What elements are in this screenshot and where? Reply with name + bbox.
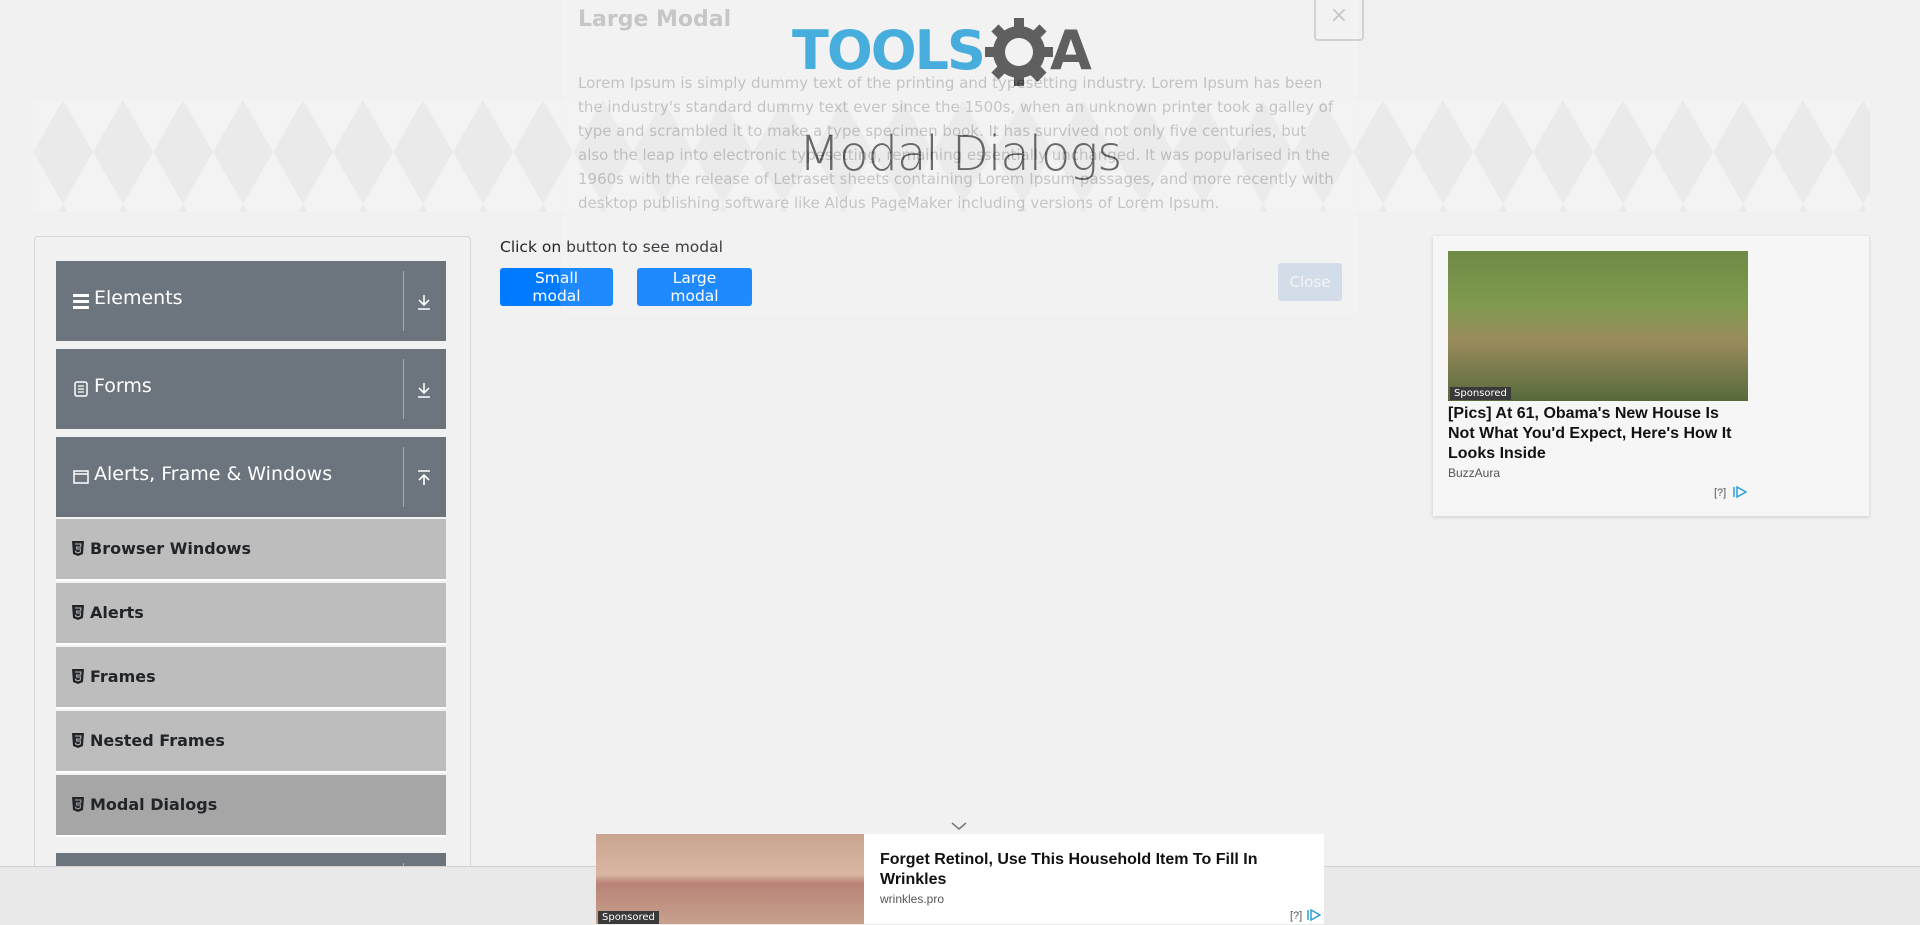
sidebar-group-alerts-frame-windows[interactable]: Alerts, Frame & Windows xyxy=(56,437,446,517)
sidebar-group-label: Elements xyxy=(94,287,183,309)
sidebar-item-alerts[interactable]: Alerts xyxy=(56,583,446,645)
sponsored-ad-bottom[interactable]: Sponsored Forget Retinol, Use This House… xyxy=(596,834,1324,924)
sidebar-item-label: Nested Frames xyxy=(90,731,225,750)
sidebar-group-elements[interactable]: Elements xyxy=(56,261,446,341)
sidebar-group-label: Alerts, Frame & Windows xyxy=(94,463,333,485)
sidebar-item-frames[interactable]: Frames xyxy=(56,647,446,709)
sponsored-badge: Sponsored xyxy=(1450,387,1511,400)
form-icon xyxy=(74,381,88,397)
download-arrow-icon[interactable] xyxy=(417,294,431,310)
divider xyxy=(403,271,404,331)
download-arrow-icon[interactable] xyxy=(417,382,431,398)
upload-arrow-icon[interactable] xyxy=(417,470,431,486)
modal-title: Large Modal xyxy=(578,7,732,32)
sidebar-item-label: Frames xyxy=(90,667,156,686)
divider xyxy=(403,359,404,419)
html5-icon xyxy=(72,669,84,684)
adchoices-icon[interactable] xyxy=(1307,909,1321,921)
sidebar-item-browser-windows[interactable]: Browser Windows xyxy=(56,519,446,581)
sidebar-item-label: Browser Windows xyxy=(90,539,251,558)
sidebar-item-modal-dialogs[interactable]: Modal Dialogs xyxy=(56,775,446,837)
ad-image[interactable]: Sponsored xyxy=(1448,251,1748,401)
modal-close-icon[interactable]: × xyxy=(1314,0,1364,41)
large-modal-dialog: Large Modal × Lorem Ipsum is simply dumm… xyxy=(560,0,1364,318)
sponsored-ad-right[interactable]: Sponsored [Pics] At 61, Obama's New Hous… xyxy=(1433,236,1869,516)
modal-body: Lorem Ipsum is simply dummy text of the … xyxy=(578,74,1334,212)
ad-source[interactable]: BuzzAura xyxy=(1448,466,1500,480)
page: TOOLS A Modal Dialogs Elements Forms Ale… xyxy=(0,0,1920,925)
ad-headline[interactable]: [Pics] At 61, Obama's New House Is Not W… xyxy=(1448,404,1748,464)
modal-close-button[interactable]: Close xyxy=(1278,263,1342,301)
hamburger-icon xyxy=(73,294,89,309)
html5-icon xyxy=(72,541,84,556)
ad-info-link[interactable]: [?] xyxy=(1714,487,1726,499)
ad-headline[interactable]: Forget Retinol, Use This Household Item … xyxy=(880,850,1300,890)
sidebar-group-forms[interactable]: Forms xyxy=(56,349,446,429)
sidebar-item-nested-frames[interactable]: Nested Frames xyxy=(56,711,446,773)
ad-source[interactable]: wrinkles.pro xyxy=(880,892,944,906)
chevron-down-icon[interactable] xyxy=(950,820,968,832)
ad-image[interactable]: Sponsored xyxy=(596,834,864,924)
sponsored-badge: Sponsored xyxy=(598,911,659,924)
html5-icon xyxy=(72,605,84,620)
sidebar-item-label: Modal Dialogs xyxy=(90,795,218,814)
adchoices-icon[interactable] xyxy=(1733,486,1747,498)
sidebar: Elements Forms Alerts, Frame & Windows B… xyxy=(34,236,471,878)
sidebar-item-label: Alerts xyxy=(90,603,144,622)
window-icon xyxy=(73,470,89,484)
html5-icon xyxy=(72,733,84,748)
divider xyxy=(403,447,404,507)
sidebar-group-label: Forms xyxy=(94,375,152,397)
ad-info-link[interactable]: [?] xyxy=(1290,910,1302,922)
html5-icon xyxy=(72,797,84,812)
